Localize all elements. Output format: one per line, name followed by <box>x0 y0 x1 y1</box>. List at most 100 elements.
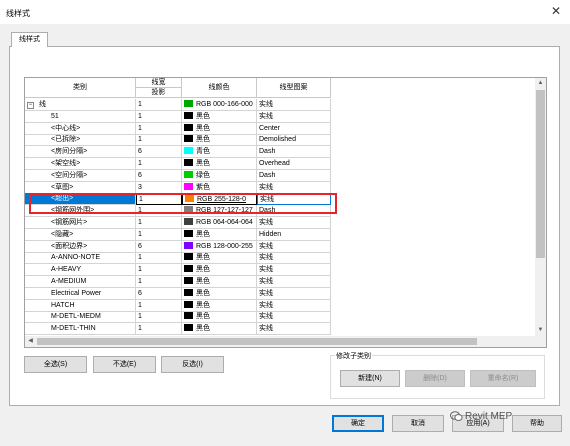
cell-line-weight[interactable]: 3 <box>136 181 182 194</box>
cell-category[interactable]: Electrical Power <box>25 287 136 300</box>
table-row[interactable]: A-HEAVY 1 黑色 实线 <box>25 264 535 277</box>
scroll-up-icon[interactable]: ▲ <box>535 78 546 89</box>
table-row[interactable]: <已拆除> 1 黑色 Demolished <box>25 134 535 147</box>
table-row[interactable]: A-MEDIUM 1 黑色 实线 <box>25 276 535 288</box>
cell-category[interactable]: A-ANNO-NOTE <box>25 252 136 265</box>
cancel-button[interactable]: 取消 <box>392 415 444 432</box>
cell-line-color[interactable]: 黑色 <box>182 134 257 147</box>
cell-category[interactable]: A-MEDIUM <box>25 276 136 288</box>
cell-line-pattern[interactable]: 实线 <box>257 276 331 288</box>
cell-line-weight[interactable]: 1 <box>136 158 182 170</box>
cell-line-pattern[interactable]: Overhead <box>257 158 331 170</box>
cell-category[interactable]: M-DETL-THIN <box>25 323 136 336</box>
cell-line-pattern[interactable]: 实线 <box>257 311 331 324</box>
cell-line-pattern[interactable]: 实线 <box>257 323 331 336</box>
tab-line-styles[interactable]: 线样式 <box>11 32 48 47</box>
table-row[interactable]: HATCH 1 黑色 实线 <box>25 299 535 312</box>
column-header-category[interactable]: 类别 <box>25 78 136 98</box>
close-icon[interactable]: ✕ <box>549 4 563 18</box>
cell-line-color[interactable]: 黑色 <box>182 311 257 324</box>
table-row[interactable]: − 线 1 RGB 000-166-000 实线 <box>25 99 535 111</box>
vertical-scrollbar[interactable]: ▲ ▼ <box>535 78 546 347</box>
cell-line-pattern[interactable]: 实线 <box>257 287 331 300</box>
scroll-left-icon[interactable]: ◀ <box>25 336 36 347</box>
cell-line-pattern[interactable]: 实线 <box>257 264 331 277</box>
cell-line-pattern[interactable]: 实线 <box>257 252 331 265</box>
cell-line-weight[interactable]: 1 <box>136 110 182 123</box>
cell-line-weight[interactable]: 1 <box>136 311 182 324</box>
table-row[interactable]: 51 1 黑色 实线 <box>25 110 535 123</box>
cell-line-color[interactable]: 黑色 <box>182 158 257 170</box>
cell-line-weight[interactable]: 6 <box>136 169 182 182</box>
help-button[interactable]: 帮助 <box>512 415 562 432</box>
cell-line-weight[interactable]: 6 <box>136 146 182 159</box>
new-subcategory-button[interactable]: 新建(N) <box>340 370 400 387</box>
select-none-button[interactable]: 不选(E) <box>93 356 156 373</box>
cell-line-pattern[interactable]: 实线 <box>257 181 331 194</box>
cell-line-color[interactable]: RGB 000-166-000 <box>182 99 257 111</box>
cell-line-weight[interactable]: 1 <box>136 252 182 265</box>
cell-line-pattern[interactable]: 实线 <box>257 240 331 253</box>
cell-category[interactable]: <房间分隔> <box>25 146 136 159</box>
cell-category[interactable]: <钢筋网片> <box>25 217 136 229</box>
cell-line-color[interactable]: 紫色 <box>182 181 257 194</box>
cell-category[interactable]: − 线 <box>25 99 136 111</box>
cell-line-color[interactable]: 黑色 <box>182 110 257 123</box>
cell-category[interactable]: <架空线> <box>25 158 136 170</box>
table-row[interactable]: M-DETL-MEDM 1 黑色 实线 <box>25 311 535 324</box>
invert-selection-button[interactable]: 反选(I) <box>161 356 224 373</box>
cell-category[interactable]: 51 <box>25 110 136 123</box>
cell-category[interactable]: <已拆除> <box>25 134 136 147</box>
cell-line-pattern[interactable]: Demolished <box>257 134 331 147</box>
column-header-pattern[interactable]: 线型图案 <box>257 78 331 98</box>
cell-line-color[interactable]: 青色 <box>182 146 257 159</box>
cell-category[interactable]: <中心线> <box>25 122 136 135</box>
cell-line-pattern[interactable]: Hidden <box>257 228 331 241</box>
vertical-scroll-thumb[interactable] <box>536 90 545 258</box>
cell-category[interactable]: A-HEAVY <box>25 264 136 277</box>
cell-line-color[interactable]: RGB 128-000-255 <box>182 240 257 253</box>
cell-line-weight[interactable]: 1 <box>136 276 182 288</box>
cell-line-color[interactable]: 黑色 <box>182 228 257 241</box>
cell-line-color[interactable]: RGB 064-064-064 <box>182 217 257 229</box>
table-row[interactable]: <草图> 3 紫色 实线 <box>25 181 535 194</box>
table-row[interactable]: <房间分隔> 6 青色 Dash <box>25 146 535 159</box>
table-row[interactable]: A-ANNO-NOTE 1 黑色 实线 <box>25 252 535 265</box>
cell-line-color[interactable]: 黑色 <box>182 276 257 288</box>
cell-line-color[interactable]: 黑色 <box>182 299 257 312</box>
table-row[interactable]: <面积边界> 6 RGB 128-000-255 实线 <box>25 240 535 253</box>
collapse-icon[interactable]: − <box>27 102 34 109</box>
table-row[interactable]: <空间分隔> 6 绿色 Dash <box>25 169 535 182</box>
cell-line-color[interactable]: 黑色 <box>182 122 257 135</box>
cell-line-color[interactable]: 绿色 <box>182 169 257 182</box>
table-row[interactable]: Electrical Power 6 黑色 实线 <box>25 287 535 300</box>
cell-category[interactable]: HATCH <box>25 299 136 312</box>
cell-category[interactable]: <隐藏> <box>25 228 136 241</box>
cell-line-color[interactable]: 黑色 <box>182 287 257 300</box>
cell-line-weight[interactable]: 1 <box>136 264 182 277</box>
cell-line-pattern[interactable]: Center <box>257 122 331 135</box>
cell-line-pattern[interactable]: 实线 <box>257 99 331 111</box>
horizontal-scroll-thumb[interactable] <box>37 338 477 345</box>
cell-line-weight[interactable]: 1 <box>136 228 182 241</box>
table-row[interactable]: <中心线> 1 黑色 Center <box>25 122 535 135</box>
cell-category[interactable]: M-DETL-MEDM <box>25 311 136 324</box>
cell-line-weight[interactable]: 1 <box>136 217 182 229</box>
cell-line-weight[interactable]: 1 <box>136 122 182 135</box>
cell-line-weight[interactable]: 1 <box>136 323 182 336</box>
cell-line-weight[interactable]: 1 <box>136 99 182 111</box>
table-row[interactable]: <隐藏> 1 黑色 Hidden <box>25 228 535 241</box>
cell-line-pattern[interactable]: Dash <box>257 146 331 159</box>
delete-subcategory-button[interactable]: 删除(D) <box>405 370 465 387</box>
cell-line-pattern[interactable]: 实线 <box>257 217 331 229</box>
cell-line-color[interactable]: 黑色 <box>182 323 257 336</box>
table-row[interactable]: <架空线> 1 黑色 Overhead <box>25 158 535 170</box>
column-header-width[interactable]: 线宽 投影 <box>136 78 182 98</box>
cell-line-color[interactable]: 黑色 <box>182 264 257 277</box>
table-row[interactable]: M-DETL-THIN 1 黑色 实线 <box>25 323 535 336</box>
cell-line-weight[interactable]: 1 <box>136 299 182 312</box>
cell-line-pattern[interactable]: 实线 <box>257 299 331 312</box>
table-row[interactable]: <钢筋网片> 1 RGB 064-064-064 实线 <box>25 217 535 229</box>
select-all-button[interactable]: 全选(S) <box>24 356 87 373</box>
cell-line-weight[interactable]: 6 <box>136 287 182 300</box>
